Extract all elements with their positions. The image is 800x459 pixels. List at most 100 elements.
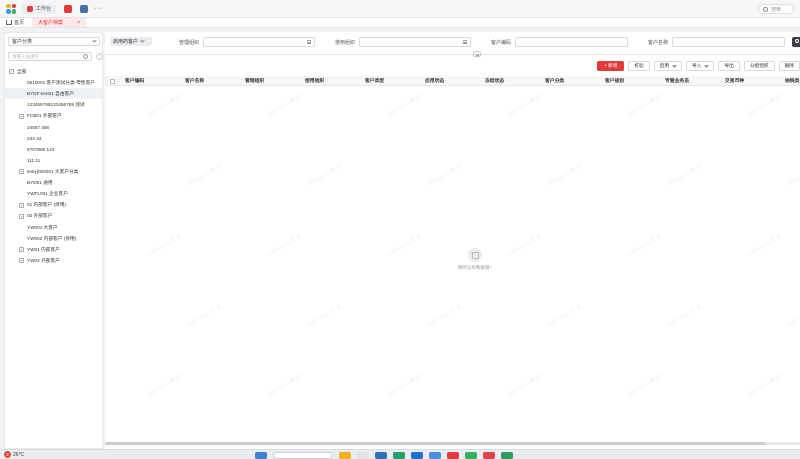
column-header[interactable]: 交易币种 xyxy=(725,77,744,84)
expand-icon[interactable]: + xyxy=(19,258,24,264)
watermark-text: 2025-03-14 陈 某 xyxy=(746,93,783,119)
tree-node[interactable]: + FCB01 外部客户 xyxy=(5,111,102,122)
search-icon xyxy=(83,54,88,59)
tree-node[interactable]: + YW02 外部客户 xyxy=(5,255,102,266)
collapse-sidebar-button[interactable]: ‹ xyxy=(96,53,103,60)
expand-icon[interactable]: + xyxy=(19,113,24,119)
weather-badge: 2 xyxy=(4,451,11,458)
name-filter-input[interactable] xyxy=(672,37,785,47)
tree-node[interactable]: +01 内部客户 (停用) xyxy=(5,200,102,211)
tree-node[interactable]: 6787890 123 xyxy=(5,144,102,155)
tree-search-input[interactable]: 请输入关键字 xyxy=(8,52,92,61)
column-header[interactable]: 纳税类 xyxy=(785,77,799,84)
expand-icon[interactable]: + xyxy=(19,213,24,219)
code-filter-input[interactable] xyxy=(515,37,628,47)
tree-node[interactable]: 1234567891234567​89 测试 xyxy=(5,99,102,110)
tree-node[interactable]: + YW01 内部客户 xyxy=(5,244,102,255)
org-filter-input[interactable] xyxy=(203,37,315,47)
global-search-input[interactable]: 搜索 xyxy=(758,4,794,14)
add-button[interactable]: + 新增 xyxy=(596,61,625,71)
delete-button[interactable]: 删除 xyxy=(778,61,800,71)
enable-dropdown-button[interactable]: 启用 xyxy=(653,61,683,71)
column-header[interactable]: 专管业务员 xyxy=(665,77,689,84)
tree-node[interactable]: +02 外部客户 xyxy=(5,211,102,222)
start-icon[interactable] xyxy=(255,452,267,459)
wechat-icon[interactable] xyxy=(465,452,477,459)
export-button[interactable]: 导出 xyxy=(718,61,740,71)
tree-node[interactable]: BYDF-test01 自由客户 xyxy=(5,88,102,100)
watermark-text: 2025-03-14 陈 某 xyxy=(506,233,543,259)
use-org-filter-input[interactable] xyxy=(359,37,471,47)
watermark-text: 2025-03-14 陈 某 xyxy=(266,373,303,399)
watermark-text: 2025-03-14 陈 某 xyxy=(506,373,543,399)
global-search-placeholder: 搜索 xyxy=(771,6,782,13)
tree-node-label: YW01 内部客户 xyxy=(27,246,60,252)
watermark-text: 2025-03-14 陈 某 xyxy=(666,303,703,329)
tab-customer-archive[interactable]: 大客户档案 × xyxy=(32,18,87,27)
tree-node[interactable]: YW001 大客户 xyxy=(5,222,102,233)
app-logo-icon[interactable] xyxy=(6,3,16,14)
column-header[interactable]: 客户编码 xyxy=(125,77,144,84)
watermark-text: 2025-03-14 陈 某 xyxy=(266,233,303,259)
store-icon[interactable] xyxy=(411,452,423,459)
assign-org-button[interactable]: 分配组织 xyxy=(743,61,775,71)
app-icon[interactable] xyxy=(357,452,369,459)
edge-icon[interactable] xyxy=(393,452,405,459)
image-shortcut-icon[interactable] xyxy=(80,4,89,13)
expand-icon[interactable]: + xyxy=(19,202,24,208)
folder-icon[interactable] xyxy=(339,452,351,459)
mail-icon[interactable] xyxy=(375,452,387,459)
tree-node-label: 24567 456 xyxy=(27,124,50,130)
column-header[interactable]: 客户分类 xyxy=(545,77,564,84)
tree-node[interactable]: 0510001 客户测试分类-零售客户 xyxy=(5,77,102,88)
select-all-checkbox[interactable] xyxy=(110,79,115,84)
column-header[interactable]: 管理组织 xyxy=(245,77,264,84)
workbench-tab[interactable]: 工作台 xyxy=(22,3,57,14)
filter-divider xyxy=(105,54,800,55)
watermark-text: 2025-03-14 陈 某 xyxy=(386,233,423,259)
category-select-value: 客户分类 xyxy=(12,39,33,45)
watermark-text: 2025-03-14 陈 某 xyxy=(746,233,783,259)
tab-home[interactable]: 首页 xyxy=(0,18,30,27)
tree-node-label: YW02 外部客户 xyxy=(27,257,60,263)
excel-icon[interactable] xyxy=(501,452,513,459)
tree-node[interactable]: 111 11 xyxy=(5,155,102,166)
column-header[interactable]: 客户类型 xyxy=(365,77,384,84)
column-header[interactable]: 客户级别 xyxy=(605,77,624,84)
scrollbar-thumb[interactable] xyxy=(105,442,765,445)
weather-widget[interactable]: 2 26°C xyxy=(4,451,24,458)
home-icon xyxy=(6,20,12,25)
browser-icon[interactable] xyxy=(429,452,441,459)
expand-filters-toggle[interactable] xyxy=(473,51,481,57)
taskbar-search-icon[interactable] xyxy=(273,452,333,459)
tree-node[interactable]: + testyjh00001 大客户分类 xyxy=(5,166,102,177)
tree-node[interactable]: YW002 内部客户 (停用) xyxy=(5,233,102,244)
column-header[interactable]: 启用状态 xyxy=(425,77,444,84)
more-icon[interactable]: ··· xyxy=(94,5,103,12)
expand-icon[interactable]: + xyxy=(19,169,24,175)
status-filter-select[interactable]: 启用的客户 xyxy=(110,37,152,46)
watermark-text: 2025-03-14 陈 某 xyxy=(546,303,583,329)
category-select[interactable]: 客户分类 xyxy=(8,37,100,46)
tree-node[interactable]: 234 34 xyxy=(5,133,102,144)
chrome-icon[interactable] xyxy=(447,452,459,459)
list-icon[interactable] xyxy=(307,40,311,44)
horizontal-scrollbar[interactable] xyxy=(105,442,800,445)
app-shortcut-icon[interactable] xyxy=(64,4,73,13)
tree-node[interactable]: − 全部 xyxy=(5,66,102,77)
collapse-icon[interactable]: − xyxy=(9,69,14,75)
app-red-icon[interactable] xyxy=(483,452,495,459)
list-icon[interactable] xyxy=(463,40,467,44)
import-dropdown-button[interactable]: 导入 xyxy=(686,61,715,71)
validate-button[interactable]: 校验 xyxy=(628,61,650,71)
tree-node[interactable]: YWFL001 企业客户 xyxy=(5,189,102,200)
close-tab-icon[interactable]: × xyxy=(77,20,80,26)
column-header[interactable]: 冻结状态 xyxy=(485,77,504,84)
column-header[interactable]: 客户名称 xyxy=(185,77,204,84)
expand-icon[interactable]: + xyxy=(19,247,24,253)
tree-node[interactable]: 24567 456 xyxy=(5,122,102,133)
tree-node[interactable]: BYD01 通用 xyxy=(5,177,102,188)
search-button[interactable] xyxy=(792,37,800,47)
column-header[interactable]: 使用组织 xyxy=(305,77,324,84)
tree-node-label: 01 内部客户 (停用) xyxy=(27,202,67,208)
